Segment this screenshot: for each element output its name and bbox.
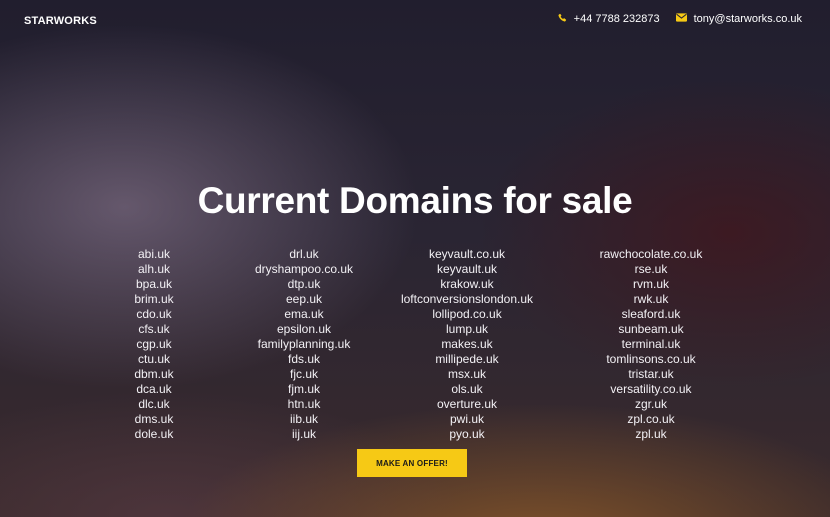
- phone-icon: [558, 13, 574, 25]
- domain-item: lump.uk: [445, 322, 489, 336]
- domain-item: zpl.co.uk: [627, 412, 675, 426]
- email-address: tony@starworks.co.uk: [693, 13, 802, 25]
- domain-item: pyo.uk: [449, 427, 485, 441]
- domain-item: krakow.uk: [440, 277, 494, 291]
- make-offer-button[interactable]: MAKE AN OFFER!: [357, 449, 467, 477]
- domain-item: sunbeam.uk: [618, 322, 684, 336]
- top-bar: STARWORKS +44 7788 232873 tony@starworks…: [0, 0, 830, 40]
- phone-number: +44 7788 232873: [573, 13, 660, 25]
- domain-item: millipede.uk: [435, 352, 499, 366]
- domain-item: pwi.uk: [449, 412, 484, 426]
- domain-item: keyvault.co.uk: [428, 247, 506, 261]
- domain-item: msx.uk: [447, 367, 486, 381]
- domain-item: zgr.uk: [634, 397, 667, 411]
- domain-item: tomlinsons.co.uk: [606, 352, 696, 366]
- domain-item: keyvault.uk: [436, 262, 498, 276]
- domain-item: ols.uk: [451, 382, 483, 396]
- page-title: Current Domains for sale: [197, 180, 633, 221]
- domain-item: rawchocolate.co.uk: [599, 247, 703, 261]
- domain-item: rvm.uk: [633, 277, 669, 291]
- domain-item: rwk.uk: [633, 292, 669, 306]
- domain-item: rse.uk: [634, 262, 668, 276]
- domain-item: makes.uk: [441, 337, 493, 351]
- domain-column-4: rawchocolate.co.uk rse.uk rvm.uk rwk.uk …: [551, 247, 751, 442]
- phone-contact[interactable]: +44 7788 232873: [558, 13, 660, 25]
- brand-logo[interactable]: STARWORKS: [24, 15, 97, 27]
- domain-item: sleaford.uk: [621, 307, 681, 321]
- domain-item: lollipod.co.uk: [432, 307, 502, 321]
- domain-item: zpl.uk: [635, 427, 667, 441]
- domain-item: tristar.uk: [628, 367, 674, 381]
- domain-item: versatility.co.uk: [610, 382, 692, 396]
- envelope-icon: [675, 13, 694, 25]
- domain-list: abi.uk alh.uk bpa.uk brim.uk cdo.uk cfs.…: [0, 247, 830, 447]
- contact-info: +44 7788 232873 tony@starworks.co.uk: [542, 13, 802, 25]
- email-contact[interactable]: tony@starworks.co.uk: [675, 13, 802, 25]
- domain-item: loftconversionslondon.uk: [400, 292, 534, 306]
- domain-item: overture.uk: [436, 397, 498, 411]
- domain-item: terminal.uk: [621, 337, 681, 351]
- domain-column-3: keyvault.co.uk keyvault.uk krakow.uk lof…: [367, 247, 567, 442]
